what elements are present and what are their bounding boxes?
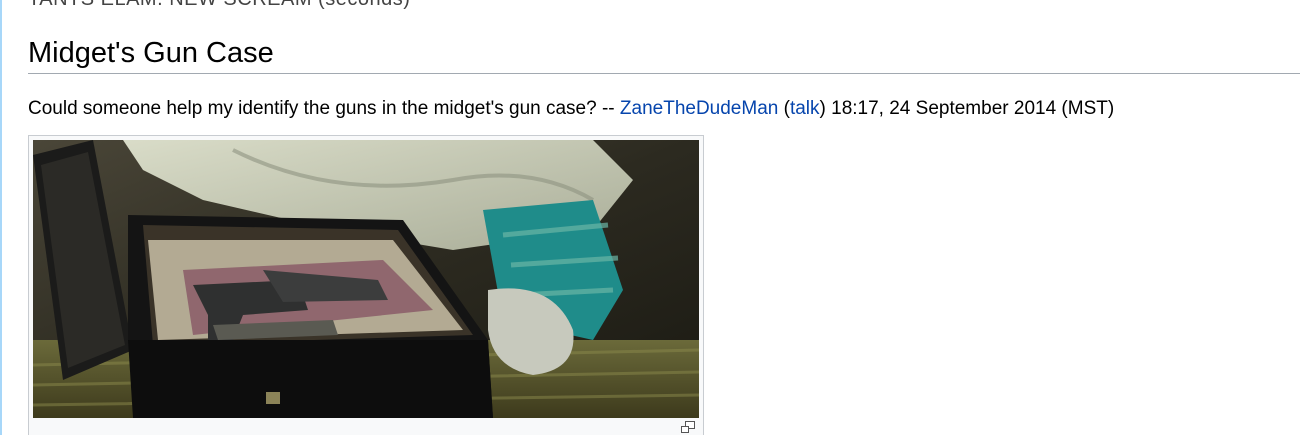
clipped-previous-line: TANTS ELAM. NEW SCREAM (seconds) (28, 0, 410, 11)
gun-case-image[interactable] (33, 140, 699, 418)
content-left-border (0, 0, 2, 435)
page: TANTS ELAM. NEW SCREAM (seconds) Midget'… (0, 0, 1300, 435)
magnify-clip-icon[interactable] (680, 420, 696, 434)
user-link[interactable]: ZaneTheDudeMan (620, 98, 778, 119)
comment-timestamp: ) 18:17, 24 September 2014 (MST) (819, 98, 1115, 119)
heading-divider (28, 73, 1300, 74)
talk-link[interactable]: talk (790, 98, 820, 119)
paren-open: ( (778, 98, 790, 119)
image-thumbnail (28, 135, 704, 435)
section-heading: Midget's Gun Case (28, 37, 274, 69)
comment-text: Could someone help my identify the guns … (28, 98, 620, 119)
comment-paragraph: Could someone help my identify the guns … (28, 96, 1114, 122)
